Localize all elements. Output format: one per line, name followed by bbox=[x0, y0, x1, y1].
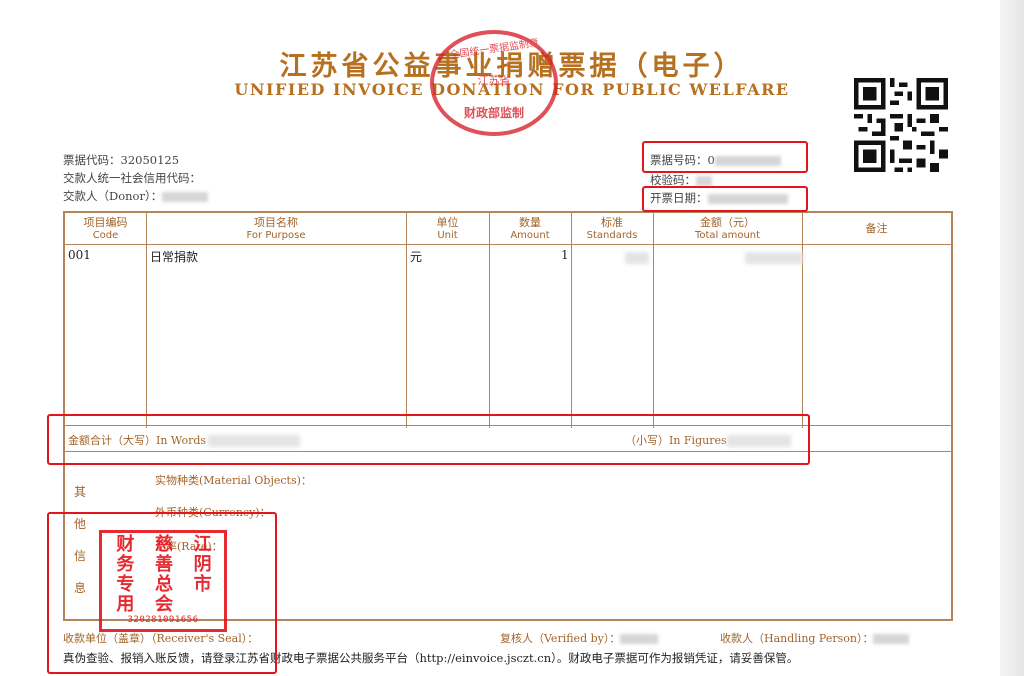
check-code-label: 校验码： bbox=[650, 173, 696, 187]
header-amount-en: Amount bbox=[510, 230, 550, 241]
check-code-redacted bbox=[696, 176, 712, 186]
verified-by-label: 复核人（Verified by）： bbox=[500, 632, 621, 645]
row-purpose: 日常捐款 bbox=[150, 250, 199, 264]
col-divider bbox=[146, 213, 147, 428]
header-divider bbox=[65, 244, 951, 245]
row-total-redacted bbox=[745, 250, 803, 264]
header-total: 金额（元） Total amount bbox=[653, 213, 802, 244]
handling-person-line: 收款人（Handling Person）： bbox=[720, 630, 910, 646]
header-remarks: 备注 bbox=[802, 213, 951, 244]
viewer-edge bbox=[1000, 0, 1024, 676]
credit-code-line: 交款人统一社会信用代码： bbox=[63, 170, 201, 186]
highlight-box-bill-number bbox=[642, 141, 808, 173]
highlight-box-total-amount bbox=[47, 414, 810, 465]
header-amount-cn: 数量 bbox=[519, 216, 541, 229]
header-unit-en: Unit bbox=[437, 230, 458, 241]
bill-code-line: 票据代码：32050125 bbox=[63, 152, 179, 168]
col-divider bbox=[802, 213, 803, 428]
handling-person-redacted bbox=[873, 634, 910, 644]
header-code-cn: 项目编码 bbox=[83, 216, 128, 229]
col-divider bbox=[489, 213, 490, 428]
header-purpose-cn: 项目名称 bbox=[254, 216, 298, 229]
donor-line: 交款人（Donor）： bbox=[63, 188, 209, 204]
donor-redacted bbox=[162, 192, 209, 202]
highlight-box-seal bbox=[47, 512, 277, 674]
header-amount: 数量 Amount bbox=[489, 213, 571, 244]
highlight-box-issue-date bbox=[642, 186, 808, 212]
row-code: 001 bbox=[68, 248, 91, 262]
header-standards: 标准 Standards bbox=[571, 213, 653, 244]
stamp-top-text: 全国统一票据监制章 bbox=[448, 37, 540, 62]
donor-label: 交款人（Donor）： bbox=[63, 189, 163, 203]
handling-person-label: 收款人（Handling Person）： bbox=[720, 632, 874, 645]
header-unit: 单位 Unit bbox=[406, 213, 489, 244]
header-purpose-en: For Purpose bbox=[246, 230, 306, 241]
material-objects-field: 实物种类(Material Objects)： bbox=[155, 474, 312, 487]
header-remarks-cn: 备注 bbox=[865, 222, 888, 235]
header-total-cn: 金额（元） bbox=[700, 216, 755, 229]
credit-code-label: 交款人统一社会信用代码： bbox=[63, 171, 201, 185]
col-divider bbox=[653, 213, 654, 428]
header-standards-en: Standards bbox=[586, 230, 638, 241]
row-amount: 1 bbox=[561, 248, 569, 262]
other-info-char: 其 bbox=[74, 485, 87, 499]
header-unit-cn: 单位 bbox=[436, 216, 459, 229]
col-divider bbox=[406, 213, 407, 428]
finance-supervision-stamp: 全国统一票据监制章 江苏省 财政部监制 bbox=[430, 30, 558, 136]
header-standards-cn: 标准 bbox=[601, 216, 623, 229]
qr-code-icon bbox=[854, 78, 948, 172]
verified-by-redacted bbox=[620, 634, 659, 644]
header-total-en: Total amount bbox=[694, 230, 761, 241]
bill-code-label: 票据代码： bbox=[63, 153, 121, 167]
header-code: 项目编码 Code bbox=[65, 213, 146, 244]
col-divider bbox=[571, 213, 572, 428]
stamp-bottom-text: 财政部监制 bbox=[463, 106, 524, 120]
bill-code-value: 32050125 bbox=[120, 153, 180, 167]
header-purpose: 项目名称 For Purpose bbox=[146, 213, 406, 244]
header-code-en: Code bbox=[92, 230, 119, 241]
row-standards-redacted bbox=[625, 250, 649, 264]
stamp-mid-text: 江苏省 bbox=[477, 74, 511, 87]
row-unit: 元 bbox=[410, 250, 423, 264]
verified-by-line: 复核人（Verified by）： bbox=[500, 630, 659, 646]
